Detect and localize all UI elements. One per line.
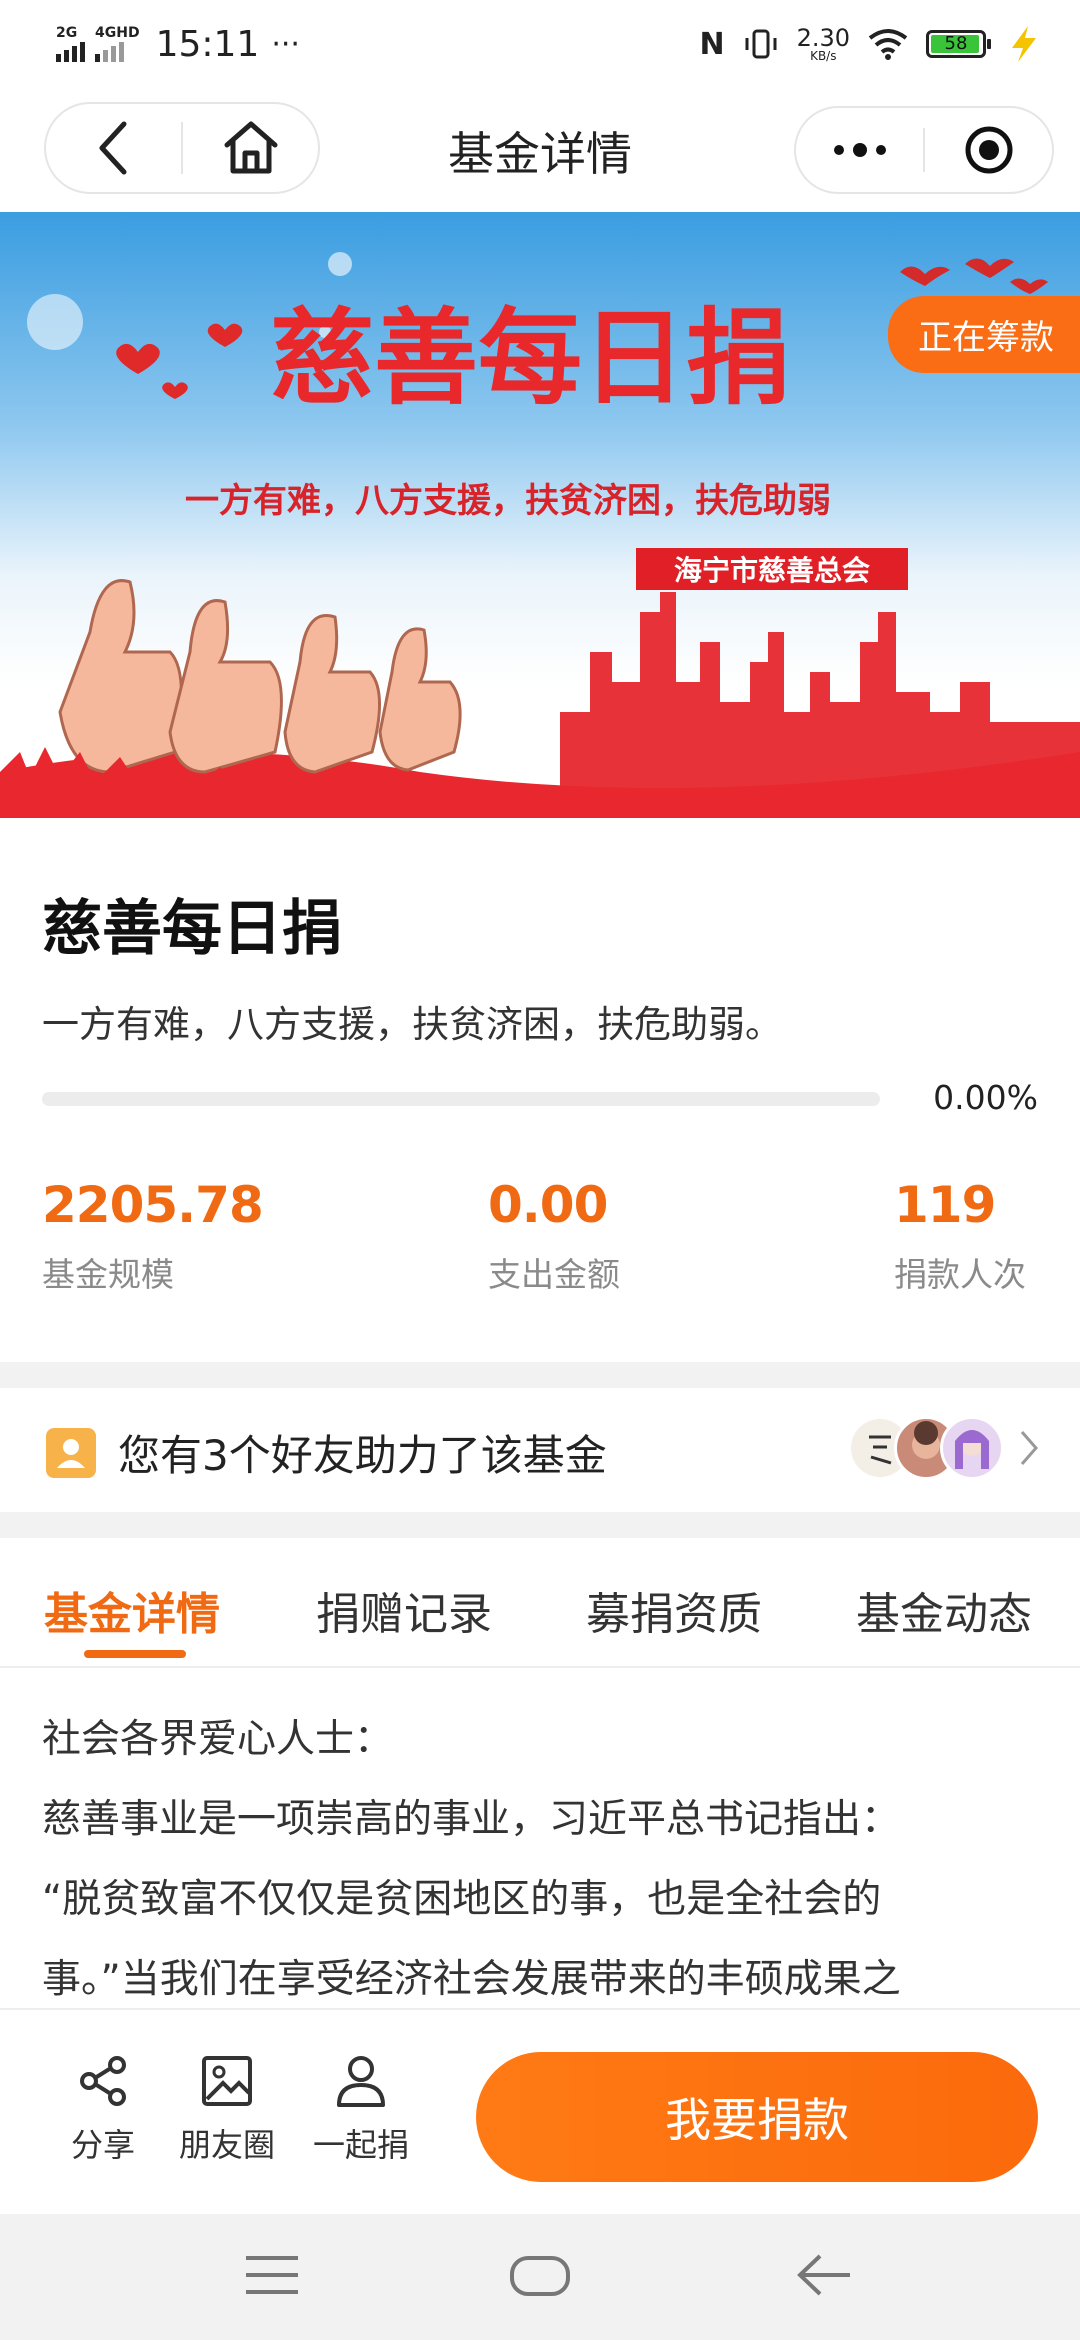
target-circle-icon	[965, 126, 1012, 174]
stat-label: 捐款人次	[894, 1255, 1026, 1294]
tab-qualifications[interactable]: 募捐资质	[586, 1578, 762, 1642]
friends-support-text: 您有3个好友助力了该基金	[118, 1431, 607, 1480]
fund-title: 慈善每日捐	[42, 894, 342, 964]
charging-icon	[1012, 26, 1036, 62]
group-icon	[337, 2056, 385, 2107]
battery-icon: 58	[926, 30, 991, 58]
donate-button[interactable]: 我要捐款	[476, 2052, 1038, 2182]
user-badge-icon	[46, 1428, 96, 1478]
status-right: N 2.30 KB/s 58	[699, 18, 1044, 70]
progress-percentage: 0.00%	[933, 1078, 1038, 1117]
tab-donation-records[interactable]: 捐赠记录	[316, 1578, 492, 1642]
moments-button[interactable]: 朋友圈	[172, 2050, 282, 2166]
banner-headline: 慈善每日捐	[270, 296, 790, 419]
fund-description: 一方有难，八方支援，扶贫济困，扶危助弱。	[42, 1003, 782, 1046]
moments-label: 朋友圈	[178, 2126, 275, 2164]
menu-icon[interactable]	[244, 2252, 300, 2298]
stat-value: 119	[894, 1176, 996, 1234]
network-label-1: 2G	[56, 25, 78, 41]
progress-bar	[42, 1092, 880, 1106]
banner-slogan: 一方有难，八方支援，扶贫济困，扶危助弱	[185, 481, 831, 521]
clock: 15:11	[155, 23, 260, 65]
stat-donor-count: 119 捐款人次	[894, 1176, 1026, 1296]
tab-fund-details[interactable]: 基金详情	[44, 1578, 220, 1642]
signal-bars-icon	[56, 40, 85, 62]
speed-unit: KB/s	[810, 49, 837, 63]
stat-label: 支出金额	[488, 1255, 620, 1294]
signal-bars-icon	[95, 40, 124, 62]
fund-tabs: 基金详情 捐赠记录 募捐资质 基金动态	[0, 1538, 1080, 1668]
home-pill-icon[interactable]	[508, 2252, 572, 2300]
more-dots-icon	[833, 143, 886, 157]
tab-fund-news[interactable]: 基金动态	[856, 1578, 1032, 1642]
more-menu-button[interactable]	[796, 108, 923, 192]
fund-info-card: 慈善每日捐 一方有难，八方支援，扶贫济困，扶危助弱。 0.00% 2205.78…	[0, 818, 1080, 1362]
content-line: 事。”当我们在享受经济社会发展带来的丰硕成果之	[42, 1957, 901, 2002]
stat-expenditure: 0.00 支出金额	[488, 1176, 620, 1296]
stat-label: 基金规模	[42, 1255, 174, 1294]
content-line: “脱贫致富不仅仅是贫困地区的事，也是全社会的	[42, 1877, 882, 1922]
speed-value: 2.30	[796, 24, 850, 52]
close-miniprogram-button[interactable]	[925, 108, 1052, 192]
wifi-icon	[868, 29, 908, 60]
fundraising-status-badge: 正在筹款	[888, 296, 1080, 373]
nav-capsule-right	[794, 106, 1054, 194]
system-nav-bar	[0, 2214, 1080, 2340]
fund-detail-content: 社会各界爱心人士： 慈善事业是一项崇高的事业，习近平总书记指出： “脱贫致富不仅…	[0, 1668, 1080, 2008]
active-tab-indicator	[84, 1650, 186, 1658]
stat-value: 0.00	[488, 1176, 608, 1234]
together-label: 一起捐	[312, 2126, 409, 2164]
vibrate-icon	[745, 29, 777, 59]
status-left: 2G 4GHD 15:11 ···	[56, 20, 300, 68]
content-line: 社会各界爱心人士：	[42, 1717, 394, 1762]
donate-together-button[interactable]: 一起捐	[306, 2050, 416, 2166]
friends-support-row[interactable]: 您有3个好友助力了该基金	[0, 1388, 1080, 1512]
network-label-2: 4GHD	[95, 25, 140, 41]
share-label: 分享	[70, 2126, 135, 2164]
friend-avatar	[940, 1416, 1004, 1480]
notification-more: ···	[271, 26, 300, 62]
nav-bar: 基金详情	[0, 88, 1080, 212]
share-button[interactable]: 分享	[48, 2050, 158, 2166]
fund-banner: 慈善每日捐 一方有难，八方支援，扶贫济困，扶危助弱 海宁市慈善总会 正在筹款	[0, 212, 1080, 818]
content-line: 慈善事业是一项崇高的事业，习近平总书记指出：	[42, 1797, 901, 1842]
image-icon	[202, 2056, 252, 2106]
stat-value: 2205.78	[42, 1176, 264, 1234]
nfc-icon: N	[699, 26, 725, 62]
status-bar: 2G 4GHD 15:11 ··· N 2.30 KB/s 58	[0, 0, 1080, 88]
chevron-right-icon	[1020, 1431, 1038, 1465]
stat-fund-size: 2205.78 基金规模	[42, 1176, 264, 1296]
banner-org: 海宁市慈善总会	[674, 554, 870, 587]
share-icon	[80, 2056, 126, 2106]
battery-level: 58	[944, 33, 968, 54]
signal-2g: 2G	[56, 26, 85, 62]
signal-4g: 4GHD	[95, 26, 140, 62]
bottom-action-bar: 分享 朋友圈 一起捐 我要捐款	[0, 2008, 1080, 2216]
network-speed: 2.30 KB/s	[797, 26, 850, 62]
back-nav-icon[interactable]	[796, 2252, 852, 2298]
